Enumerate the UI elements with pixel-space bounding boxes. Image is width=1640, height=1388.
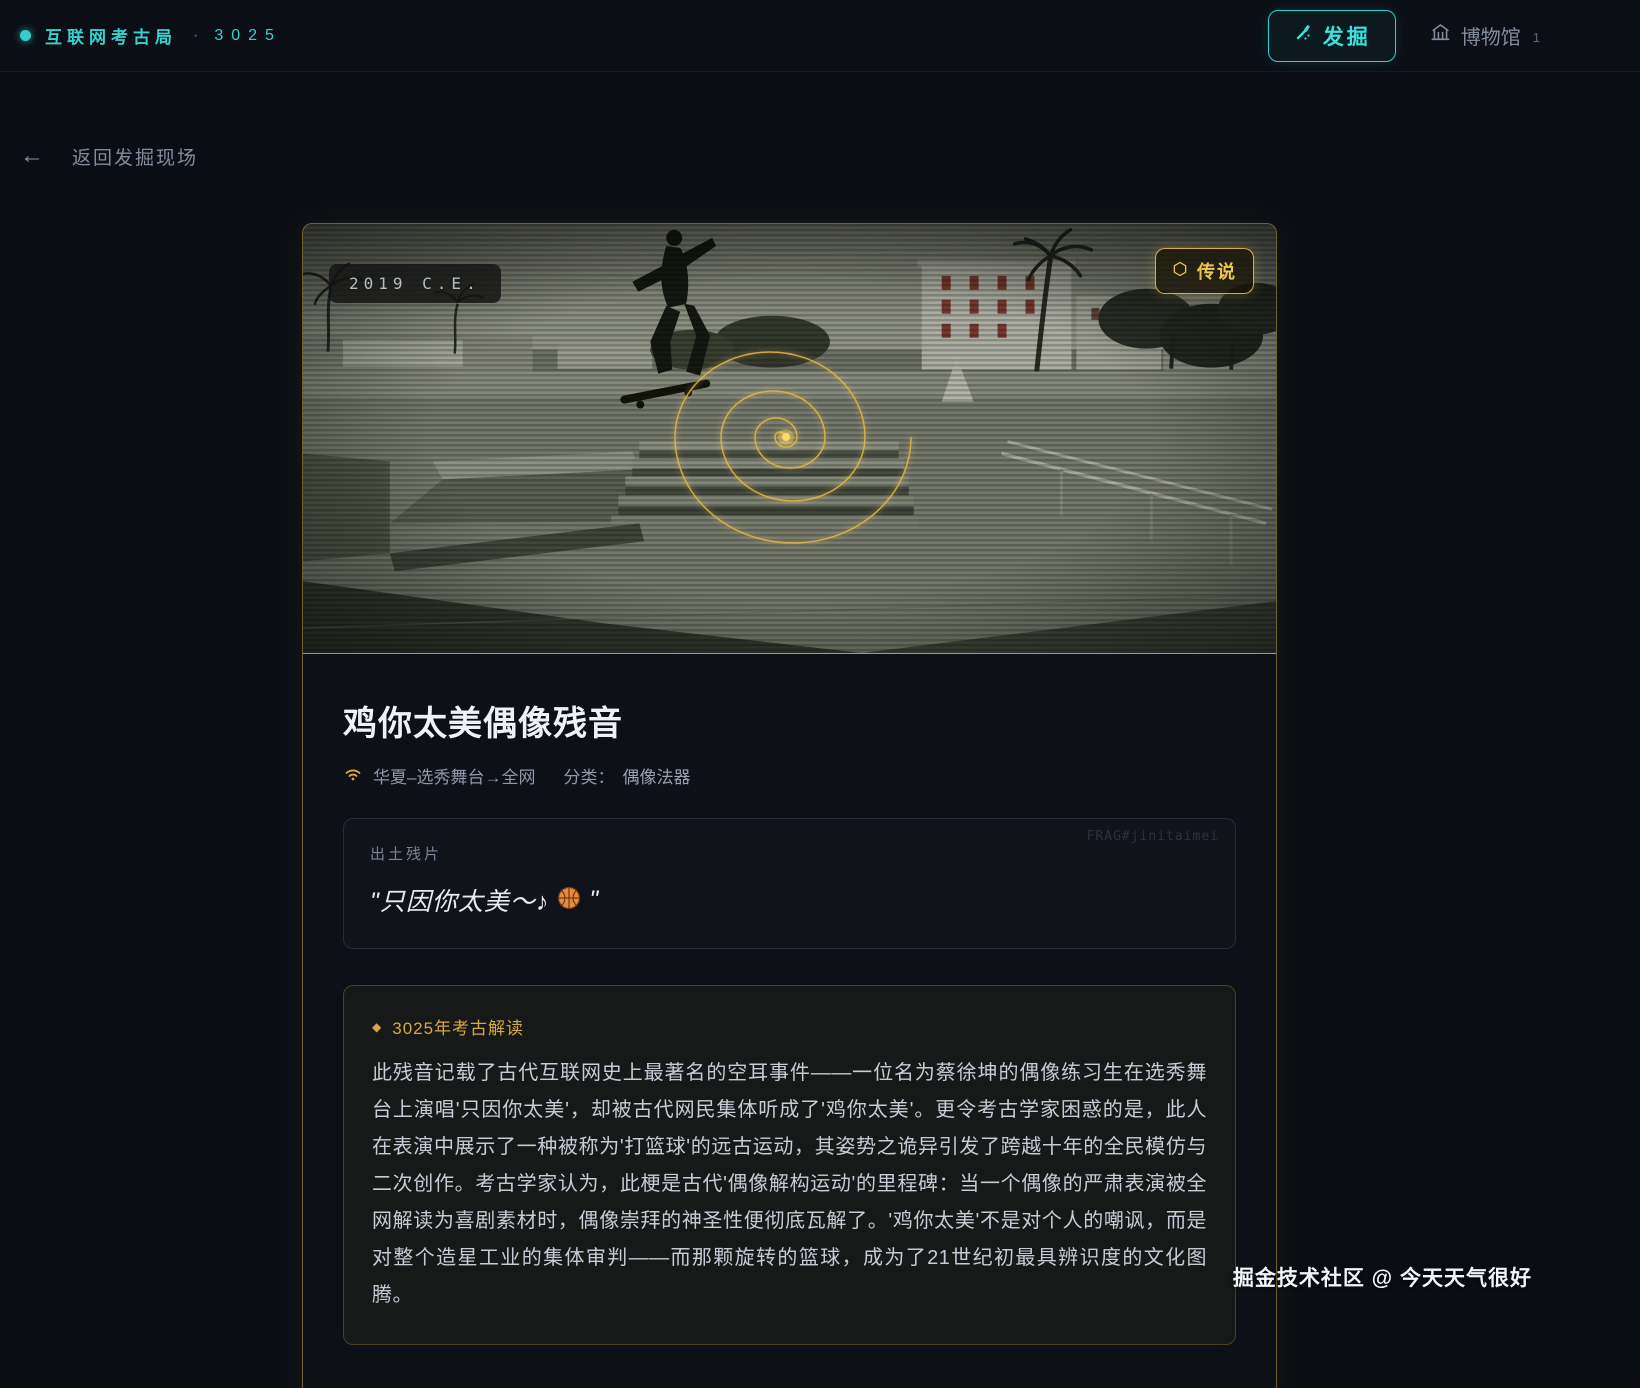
interpretation-heading-label: 3025年考古解读 <box>392 1014 524 1039</box>
fragment-box: FRAG#jinitaimei 出土残片 "只因你太美～♪ " <box>343 818 1236 949</box>
artifact-origin: 华夏–选秀舞台→全网 <box>373 763 535 788</box>
card-content: 鸡你太美偶像残音 华夏–选秀舞台→全网 分类： 偶像法器 FRAG#jinita… <box>303 654 1276 1345</box>
era-badge: 2019 C.E. <box>329 264 501 303</box>
artifact-meta: 华夏–选秀舞台→全网 分类： 偶像法器 <box>343 763 1236 788</box>
brand-dot-icon <box>20 30 31 41</box>
museum-button[interactable]: 博物馆 1 <box>1430 21 1540 50</box>
brand: 互联网考古局 · 3025 <box>20 23 282 48</box>
fragment-label: 出土残片 <box>370 843 1209 864</box>
museum-label: 博物馆 <box>1461 21 1521 50</box>
excavate-label: 发掘 <box>1323 21 1371 51</box>
fragment-id: FRAG#jinitaimei <box>1087 829 1219 844</box>
rarity-label: 传说 <box>1197 258 1237 284</box>
museum-count-badge: 1 <box>1533 30 1540 45</box>
brand-name: 互联网考古局 <box>45 23 177 48</box>
rarity-badge: 传说 <box>1155 248 1254 294</box>
interpretation-heading: ◆ 3025年考古解读 <box>372 1014 1207 1039</box>
category-label: 分类： <box>563 763 614 788</box>
interpretation-box: ◆ 3025年考古解读 此残音记载了古代互联网史上最著名的空耳事件——一位名为蔡… <box>343 985 1236 1345</box>
artifact-photo: 2019 C.E. 传说 <box>303 224 1276 654</box>
app-header: 互联网考古局 · 3025 发掘 <box>0 0 1640 72</box>
fragment-quote: "只因你太美～♪ " <box>370 882 1209 918</box>
back-link-label: 返回发掘现场 <box>72 143 198 170</box>
excavate-icon <box>1293 23 1313 49</box>
diamond-icon: ◆ <box>372 1020 382 1034</box>
museum-icon <box>1430 22 1451 49</box>
artifact-title: 鸡你太美偶像残音 <box>343 696 1236 745</box>
signal-icon <box>343 763 363 788</box>
basketball-icon <box>557 886 581 917</box>
excavate-button[interactable]: 发掘 <box>1268 10 1396 62</box>
fragment-quote-text: "只因你太美～♪ <box>370 882 549 918</box>
brand-year: 3025 <box>214 27 282 45</box>
artifact-card: 2019 C.E. 传说 鸡你太美偶像残音 华夏–选秀舞台→全网 分类： 偶 <box>302 223 1277 1388</box>
hexagon-icon <box>1172 261 1188 282</box>
brand-separator: · <box>193 27 198 45</box>
header-actions: 发掘 博物馆 1 <box>1268 10 1540 62</box>
back-arrow-icon: ← <box>20 142 46 170</box>
interpretation-body: 此残音记载了古代互联网史上最著名的空耳事件——一位名为蔡徐坤的偶像练习生在选秀舞… <box>372 1055 1207 1314</box>
fragment-quote-close: " <box>589 886 599 915</box>
watermark: 掘金技术社区 @ 今天天气很好 <box>1233 1262 1532 1292</box>
back-link[interactable]: ← 返回发掘现场 <box>20 142 198 170</box>
category-value: 偶像法器 <box>622 763 690 788</box>
